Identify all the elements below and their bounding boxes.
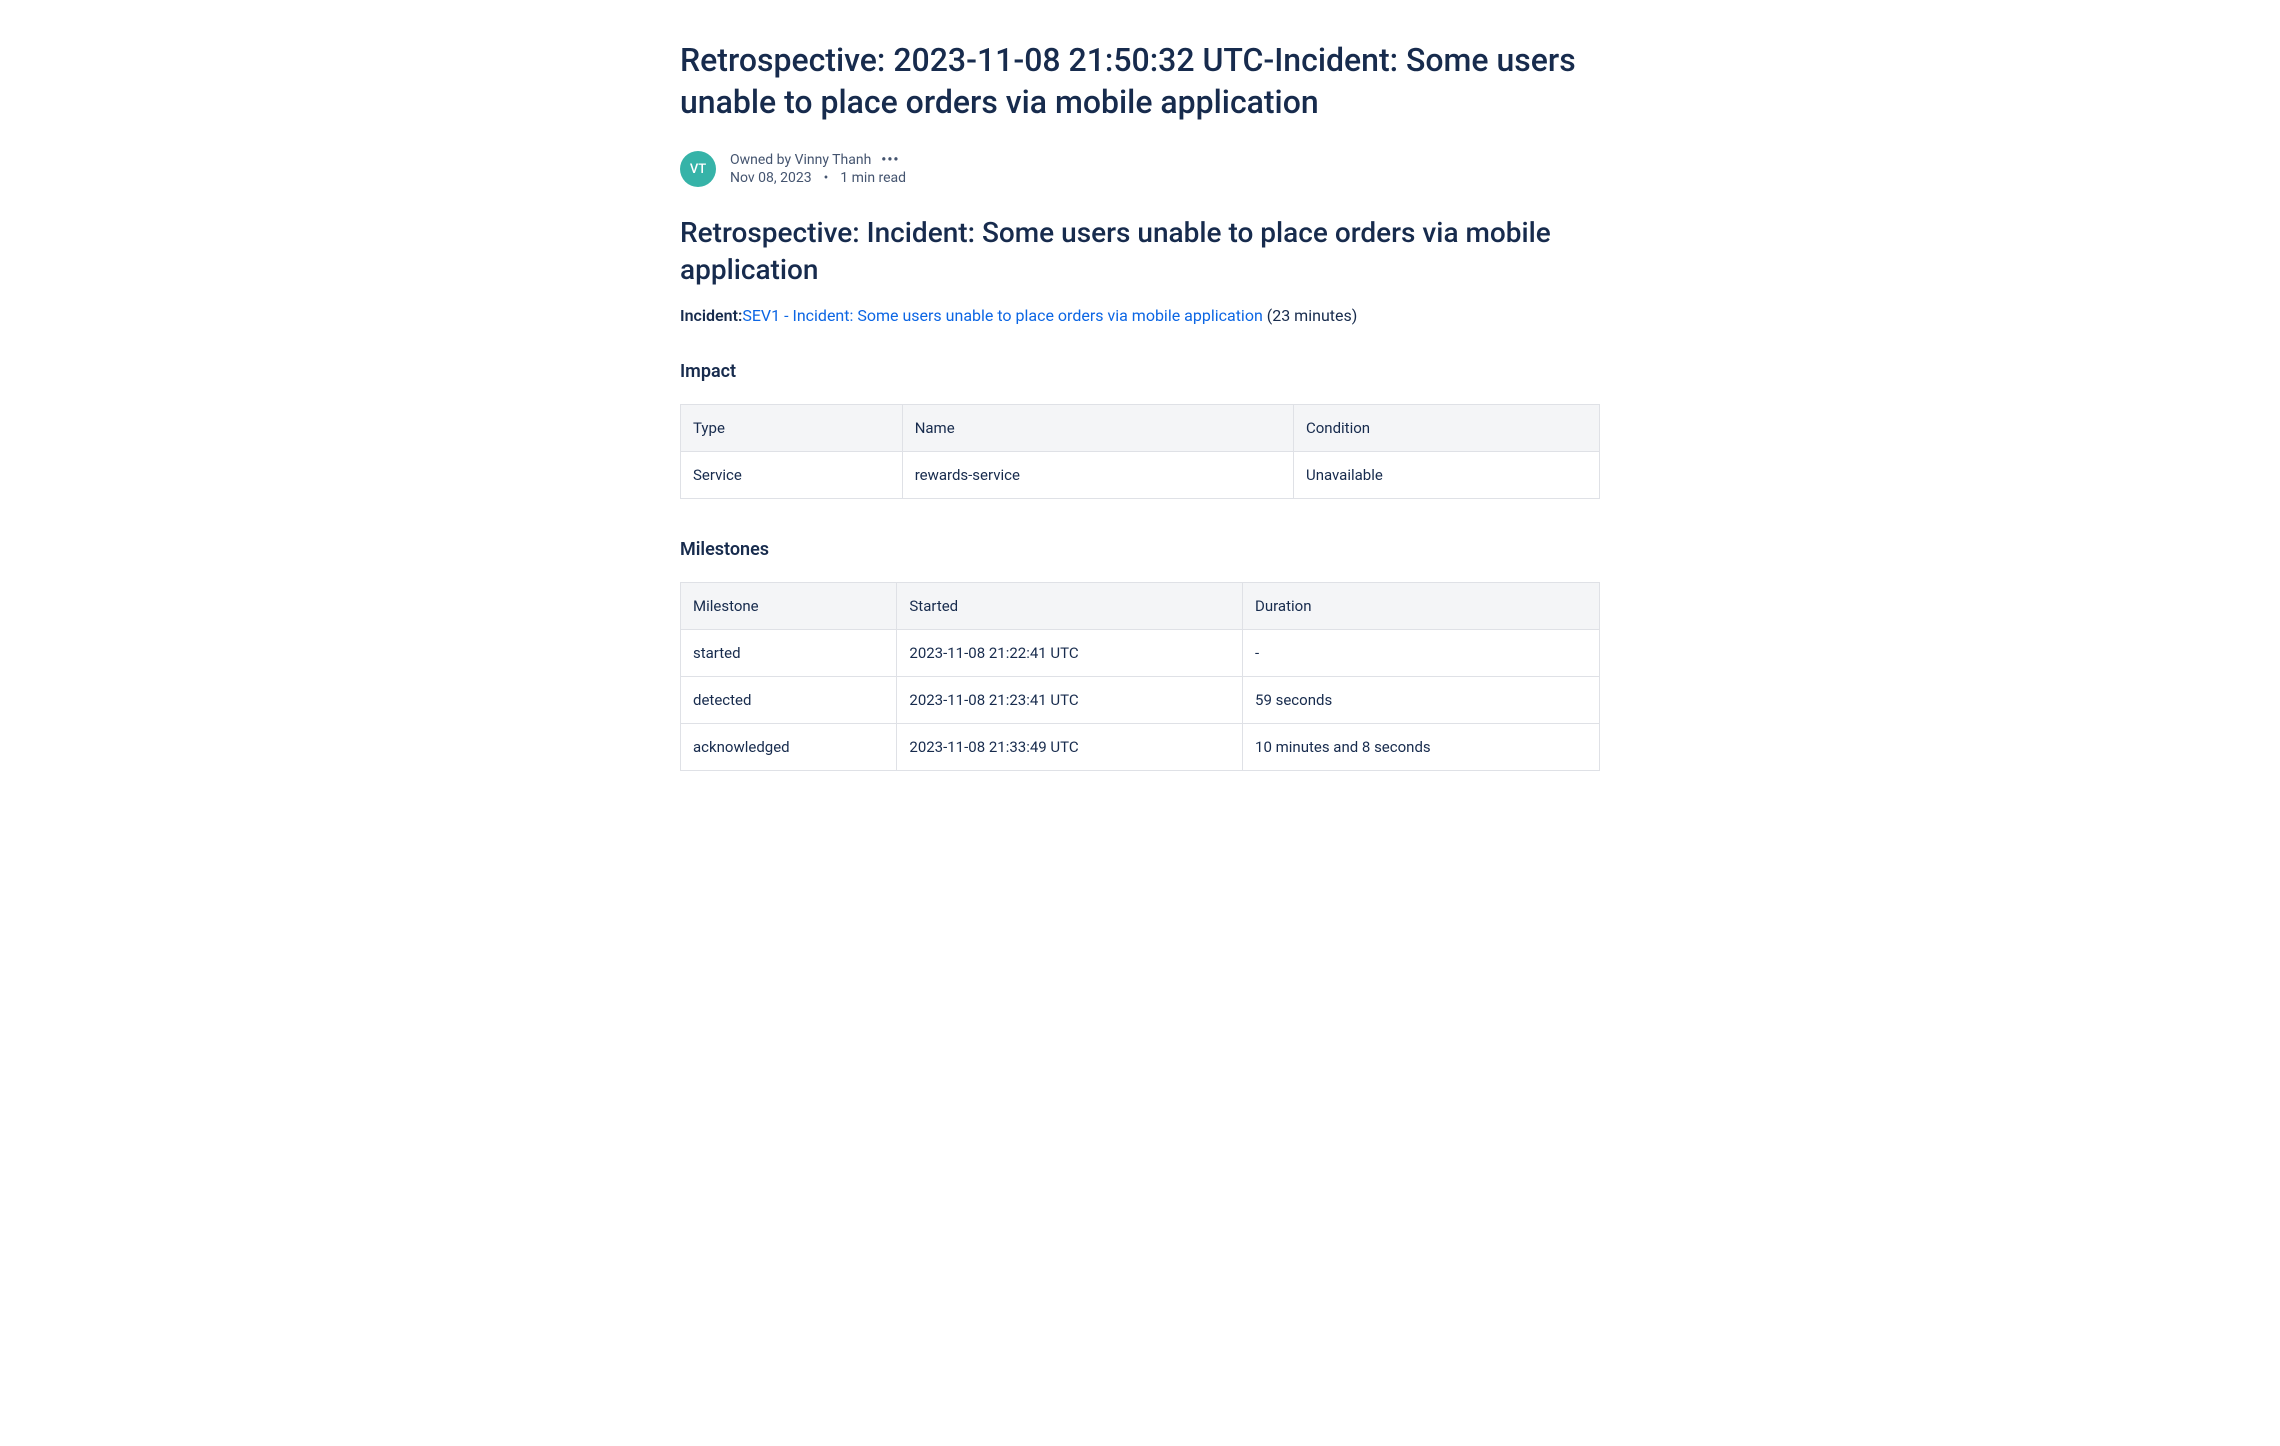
milestones-header-started: Started: [897, 582, 1243, 629]
table-row: Service rewards-service Unavailable: [681, 451, 1600, 498]
impact-table: Type Name Condition Service rewards-serv…: [680, 404, 1600, 499]
impact-header-condition: Condition: [1293, 404, 1599, 451]
milestone-cell: -: [1243, 629, 1600, 676]
impact-header-name: Name: [902, 404, 1293, 451]
byline: VT Owned by Vinny Thanh ••• Nov 08, 2023…: [680, 151, 1600, 187]
impact-heading: Impact: [680, 361, 1600, 382]
milestone-cell: 2023-11-08 21:33:49 UTC: [897, 723, 1243, 770]
milestone-cell: acknowledged: [681, 723, 897, 770]
impact-header-type: Type: [681, 404, 903, 451]
milestones-header-duration: Duration: [1243, 582, 1600, 629]
incident-label: Incident:: [680, 306, 742, 325]
milestone-cell: detected: [681, 676, 897, 723]
page-date: Nov 08, 2023: [730, 170, 812, 186]
milestones-header-milestone: Milestone: [681, 582, 897, 629]
impact-cell: Service: [681, 451, 903, 498]
read-time: 1 min read: [840, 170, 906, 186]
page-title: Retrospective: 2023-11-08 21:50:32 UTC-I…: [680, 40, 1600, 123]
milestone-cell: 10 minutes and 8 seconds: [1243, 723, 1600, 770]
milestone-cell: started: [681, 629, 897, 676]
incident-link[interactable]: SEV1 - Incident: Some users unable to pl…: [742, 306, 1262, 325]
meta-separator: •: [824, 170, 829, 186]
milestones-heading: Milestones: [680, 539, 1600, 560]
milestone-cell: 2023-11-08 21:23:41 UTC: [897, 676, 1243, 723]
table-row: detected 2023-11-08 21:23:41 UTC 59 seco…: [681, 676, 1600, 723]
more-icon[interactable]: •••: [881, 152, 899, 168]
impact-cell: rewards-service: [902, 451, 1293, 498]
impact-cell: Unavailable: [1293, 451, 1599, 498]
retrospective-heading: Retrospective: Incident: Some users unab…: [680, 215, 1600, 288]
incident-duration: (23 minutes): [1263, 306, 1358, 325]
avatar[interactable]: VT: [680, 151, 716, 187]
owned-by-text: Owned by Vinny Thanh: [730, 152, 871, 168]
milestones-table: Milestone Started Duration started 2023-…: [680, 582, 1600, 771]
table-row: acknowledged 2023-11-08 21:33:49 UTC 10 …: [681, 723, 1600, 770]
incident-line: Incident:SEV1 - Incident: Some users una…: [680, 306, 1600, 325]
table-row: started 2023-11-08 21:22:41 UTC -: [681, 629, 1600, 676]
milestone-cell: 59 seconds: [1243, 676, 1600, 723]
milestone-cell: 2023-11-08 21:22:41 UTC: [897, 629, 1243, 676]
